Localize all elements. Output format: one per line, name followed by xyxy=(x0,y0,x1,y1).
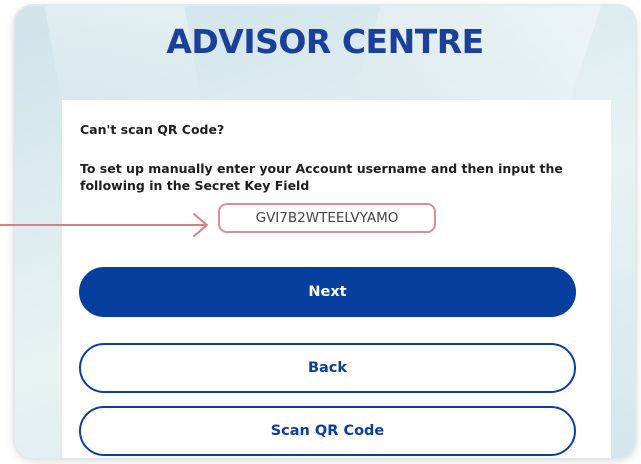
scan-qr-code-button[interactable]: Scan QR Code xyxy=(79,406,576,456)
manual-setup-instructions: To set up manually enter your Account us… xyxy=(80,161,563,193)
setup-card: Can't scan QR Code? To set up manually e… xyxy=(62,100,611,458)
back-button[interactable]: Back xyxy=(79,343,576,393)
secret-key-value: GVI7B2WTEELVYAMO xyxy=(218,203,436,233)
brand-title: ADVISOR CENTRE xyxy=(166,22,484,61)
app-window: ADVISOR CENTRE Can't scan QR Code? To se… xyxy=(15,6,635,458)
next-button[interactable]: Next xyxy=(79,267,576,317)
cant-scan-heading: Can't scan QR Code? xyxy=(80,122,225,137)
